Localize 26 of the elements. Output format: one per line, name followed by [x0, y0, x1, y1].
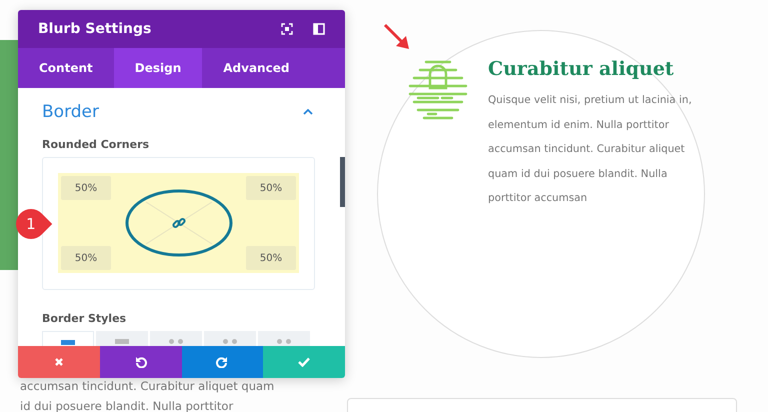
tab[interactable]: Design	[114, 48, 202, 88]
expand-icon[interactable]	[281, 23, 293, 35]
redo-icon	[216, 356, 228, 368]
tab[interactable]: Advanced	[202, 48, 310, 88]
undo-button[interactable]	[100, 346, 182, 378]
blurb-title: Curabitur aliquet	[488, 58, 675, 80]
tab[interactable]: Content	[18, 48, 114, 88]
field-label: Rounded Corners	[42, 138, 150, 151]
chevron-icon[interactable]	[303, 109, 313, 115]
undo-icon	[134, 356, 147, 368]
corner-value[interactable]: 50%	[61, 176, 111, 200]
sidebar-icon[interactable]	[313, 23, 325, 35]
corner-value[interactable]: 50%	[246, 246, 296, 270]
redo-button[interactable]	[182, 346, 264, 378]
check-icon	[298, 357, 310, 367]
panel-title: Blurb Settings	[38, 21, 152, 37]
scrollbar[interactable]	[340, 157, 345, 207]
corner-value[interactable]: 50%	[61, 246, 111, 270]
pointer-arrow	[382, 22, 412, 52]
field-label: Border Styles	[42, 312, 128, 325]
close-icon	[54, 357, 64, 367]
blurb-body: Quisque velit nisi, pretium ut lacinia in, elementum id enim. Nulla porttitor accumsan tincidunt. Curabitur aliquet quam id dui posuere blandit. Nulla porttitor accumsan	[488, 93, 693, 206]
section-title[interactable]: Border	[42, 102, 99, 122]
corner-value[interactable]: 50%	[246, 176, 296, 200]
link-icon[interactable]	[172, 216, 186, 230]
body-text: accumsan tincidunt. Curabitur aliquet quam	[20, 378, 274, 395]
